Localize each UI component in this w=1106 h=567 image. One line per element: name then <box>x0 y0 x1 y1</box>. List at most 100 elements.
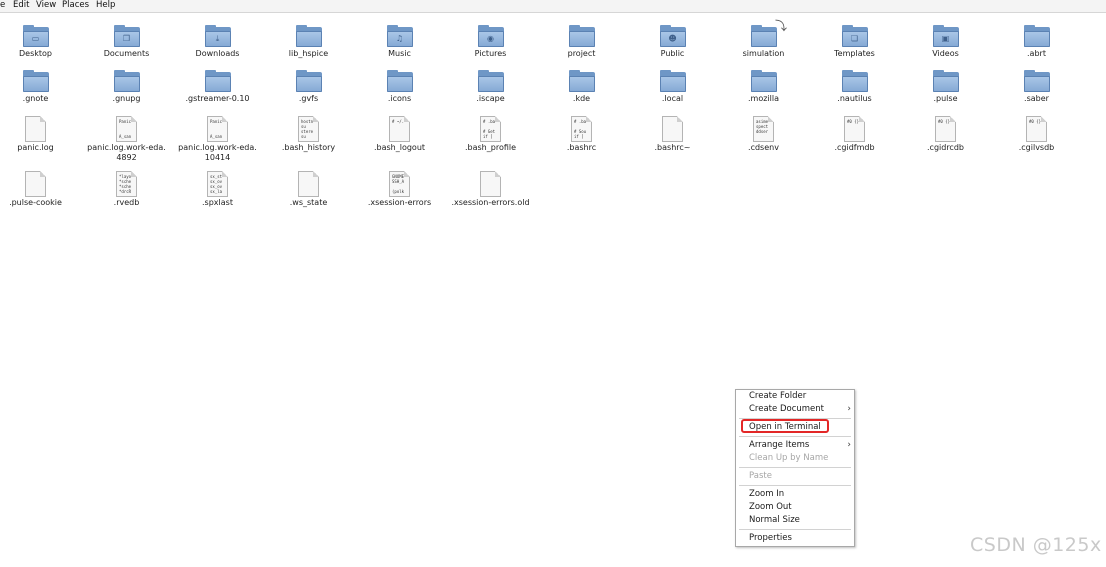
menu-help[interactable]: Help <box>96 0 115 12</box>
folder-icon: ❒ <box>113 25 140 48</box>
folder-icon <box>750 70 777 93</box>
folder-nautilus[interactable]: .nautilus <box>809 70 900 104</box>
folder-project[interactable]: project <box>536 25 627 59</box>
menu-item-label: Create Folder <box>749 391 807 401</box>
folder-public[interactable]: ☻ Public <box>627 25 718 59</box>
icon-label: lib_hspice <box>288 49 329 58</box>
folder-icon: ◉ <box>477 25 504 48</box>
icon-label: .cdsenv <box>748 143 779 152</box>
folder-gvfs[interactable]: .gvfs <box>263 70 354 104</box>
file-bash-logout[interactable]: # ~/. .bash_logout <box>354 116 445 153</box>
file-preview-text: sx_st sx_ov sx_ov sx_la <box>210 174 223 194</box>
icon-label: .gnupg <box>112 94 141 103</box>
menu-places[interactable]: Places <box>62 0 89 12</box>
menu-item-zoom-in[interactable]: Zoom In <box>736 488 854 501</box>
icon-label: panic.log.work-eda. 10414 <box>178 143 257 162</box>
menu-item-properties[interactable]: Properties <box>736 532 854 545</box>
icon-label: .cgilvsdb <box>1018 143 1055 152</box>
folder-documents[interactable]: ❒ Documents <box>81 25 172 59</box>
folder-templates[interactable]: ❏ Templates <box>809 25 900 59</box>
folder-icon <box>568 70 595 93</box>
file-cgidfmdb[interactable]: #0 {} .cgidfmdb <box>809 116 900 153</box>
folder-icon <box>295 70 322 93</box>
icon-label: .bashrc <box>566 143 597 152</box>
file-panic-log-work-eda-4892[interactable]: Panic- A_san panic.log.work-eda. 4892 <box>81 116 172 163</box>
icon-label: Documents <box>103 49 150 58</box>
folder-local[interactable]: .local <box>627 70 718 104</box>
menu-item-create-document[interactable]: Create Document › <box>736 403 854 416</box>
file-bash-profile[interactable]: # .ba # Get if [.bash_profile <box>445 116 536 153</box>
file-bash-history[interactable]: hostn su stere su .bash_history <box>263 116 354 153</box>
menu-edit[interactable]: Edit <box>13 0 29 12</box>
icon-label: .rvedb <box>113 198 140 207</box>
folder-gstreamer-0-10[interactable]: .gstreamer-0.10 <box>172 70 263 104</box>
file-ws-state[interactable]: .ws_state <box>263 171 354 208</box>
file-bashrc[interactable]: # .ba # Sou if [.bashrc <box>536 116 627 153</box>
file-preview-text: Panic A_san <box>210 119 223 139</box>
file-rvedb[interactable]: *layo *sche *sche *drcR .rvedb <box>81 171 172 208</box>
folder-saber[interactable]: .saber <box>991 70 1082 104</box>
file-panic-log[interactable]: panic.log <box>0 116 81 153</box>
folder-videos[interactable]: ▣ Videos <box>900 25 991 59</box>
menu-item-zoom-out[interactable]: Zoom Out <box>736 501 854 514</box>
icon-label: project <box>567 49 596 58</box>
folder-kde[interactable]: .kde <box>536 70 627 104</box>
folder-icon <box>750 25 777 48</box>
file-xsession-errors-old[interactable]: .xsession-errors.old <box>445 171 536 208</box>
desktop-icon-grid: ▭ Desktop ❒ Documents ⤓ Downloads lib_hspice ♫ M… <box>0 13 1106 273</box>
text-file-icon: #0 {} <box>844 116 865 142</box>
icon-label: .iscape <box>476 94 505 103</box>
menu-item-create-folder[interactable]: Create Folder <box>736 390 854 403</box>
icon-label: .cgidfmdb <box>834 143 875 152</box>
menu-separator <box>739 529 851 530</box>
folder-desktop[interactable]: ▭ Desktop <box>0 25 81 59</box>
folder-abrt[interactable]: .abrt <box>991 25 1082 59</box>
file-preview-text: #0 {} <box>938 119 951 124</box>
file-panic-log-work-eda-10414[interactable]: Panic A_san panic.log.work-eda. 10414 <box>172 116 263 163</box>
folder-pictures[interactable]: ◉ Pictures <box>445 25 536 59</box>
menu-item-label: Arrange Items <box>749 440 810 450</box>
menu-file[interactable]: e <box>0 0 5 12</box>
folder-icon <box>568 25 595 48</box>
folder-simulation[interactable]: simulation <box>718 25 809 59</box>
folder-gnupg[interactable]: .gnupg <box>81 70 172 104</box>
icon-label: .abrt <box>1027 49 1046 58</box>
folder-pulse[interactable]: .pulse <box>900 70 991 104</box>
menu-item-label: Clean Up by Name <box>749 453 829 463</box>
file-preview-text: *layo *sche *sche *drcR <box>119 174 132 194</box>
file-spxlast[interactable]: sx_st sx_ov sx_ov sx_la .spxlast <box>172 171 263 208</box>
folder-gnote[interactable]: .gnote <box>0 70 81 104</box>
text-file-icon: *layo *sche *sche *drcR <box>116 171 137 197</box>
menu-separator <box>739 436 851 437</box>
text-file-icon <box>662 116 683 142</box>
file-pulse-cookie[interactable]: .pulse-cookie <box>0 171 81 208</box>
folder-mozilla[interactable]: .mozilla <box>718 70 809 104</box>
menu-item-label: Properties <box>749 533 792 543</box>
file-cdsenv[interactable]: asime spect ddser .cdsenv <box>718 116 809 153</box>
icon-label: .gstreamer-0.10 <box>185 94 250 103</box>
file-preview-text: #0 {} <box>1029 119 1042 124</box>
icon-label: .gnote <box>22 94 49 103</box>
icon-label: .xsession-errors <box>367 198 432 207</box>
menu-view[interactable]: View <box>36 0 56 12</box>
folder-iscape[interactable]: .iscape <box>445 70 536 104</box>
text-file-icon <box>25 171 46 197</box>
file-bashrc[interactable]: .bashrc~ <box>627 116 718 153</box>
menu-separator <box>739 485 851 486</box>
folder-music[interactable]: ♫ Music <box>354 25 445 59</box>
text-file-icon: Panic- A_san <box>116 116 137 142</box>
file-cgidrcdb[interactable]: #0 {} .cgidrcdb <box>900 116 991 153</box>
icon-label: .cgidrcdb <box>927 143 964 152</box>
folder-lib-hspice[interactable]: lib_hspice <box>263 25 354 59</box>
menu-item-arrange-items[interactable]: Arrange Items › <box>736 439 854 452</box>
menu-item-normal-size[interactable]: Normal Size <box>736 514 854 527</box>
icon-label: .gvfs <box>298 94 319 103</box>
chevron-right-icon: › <box>847 440 851 450</box>
folder-downloads[interactable]: ⤓ Downloads <box>172 25 263 59</box>
icon-label: Downloads <box>195 49 240 58</box>
folder-icons[interactable]: .icons <box>354 70 445 104</box>
file-xsession-errors[interactable]: GNOME SSH_A (polk .xsession-errors <box>354 171 445 208</box>
file-cgilvsdb[interactable]: #0 {} .cgilvsdb <box>991 116 1082 153</box>
icon-label: simulation <box>742 49 785 58</box>
text-file-icon: asime spect ddser <box>753 116 774 142</box>
